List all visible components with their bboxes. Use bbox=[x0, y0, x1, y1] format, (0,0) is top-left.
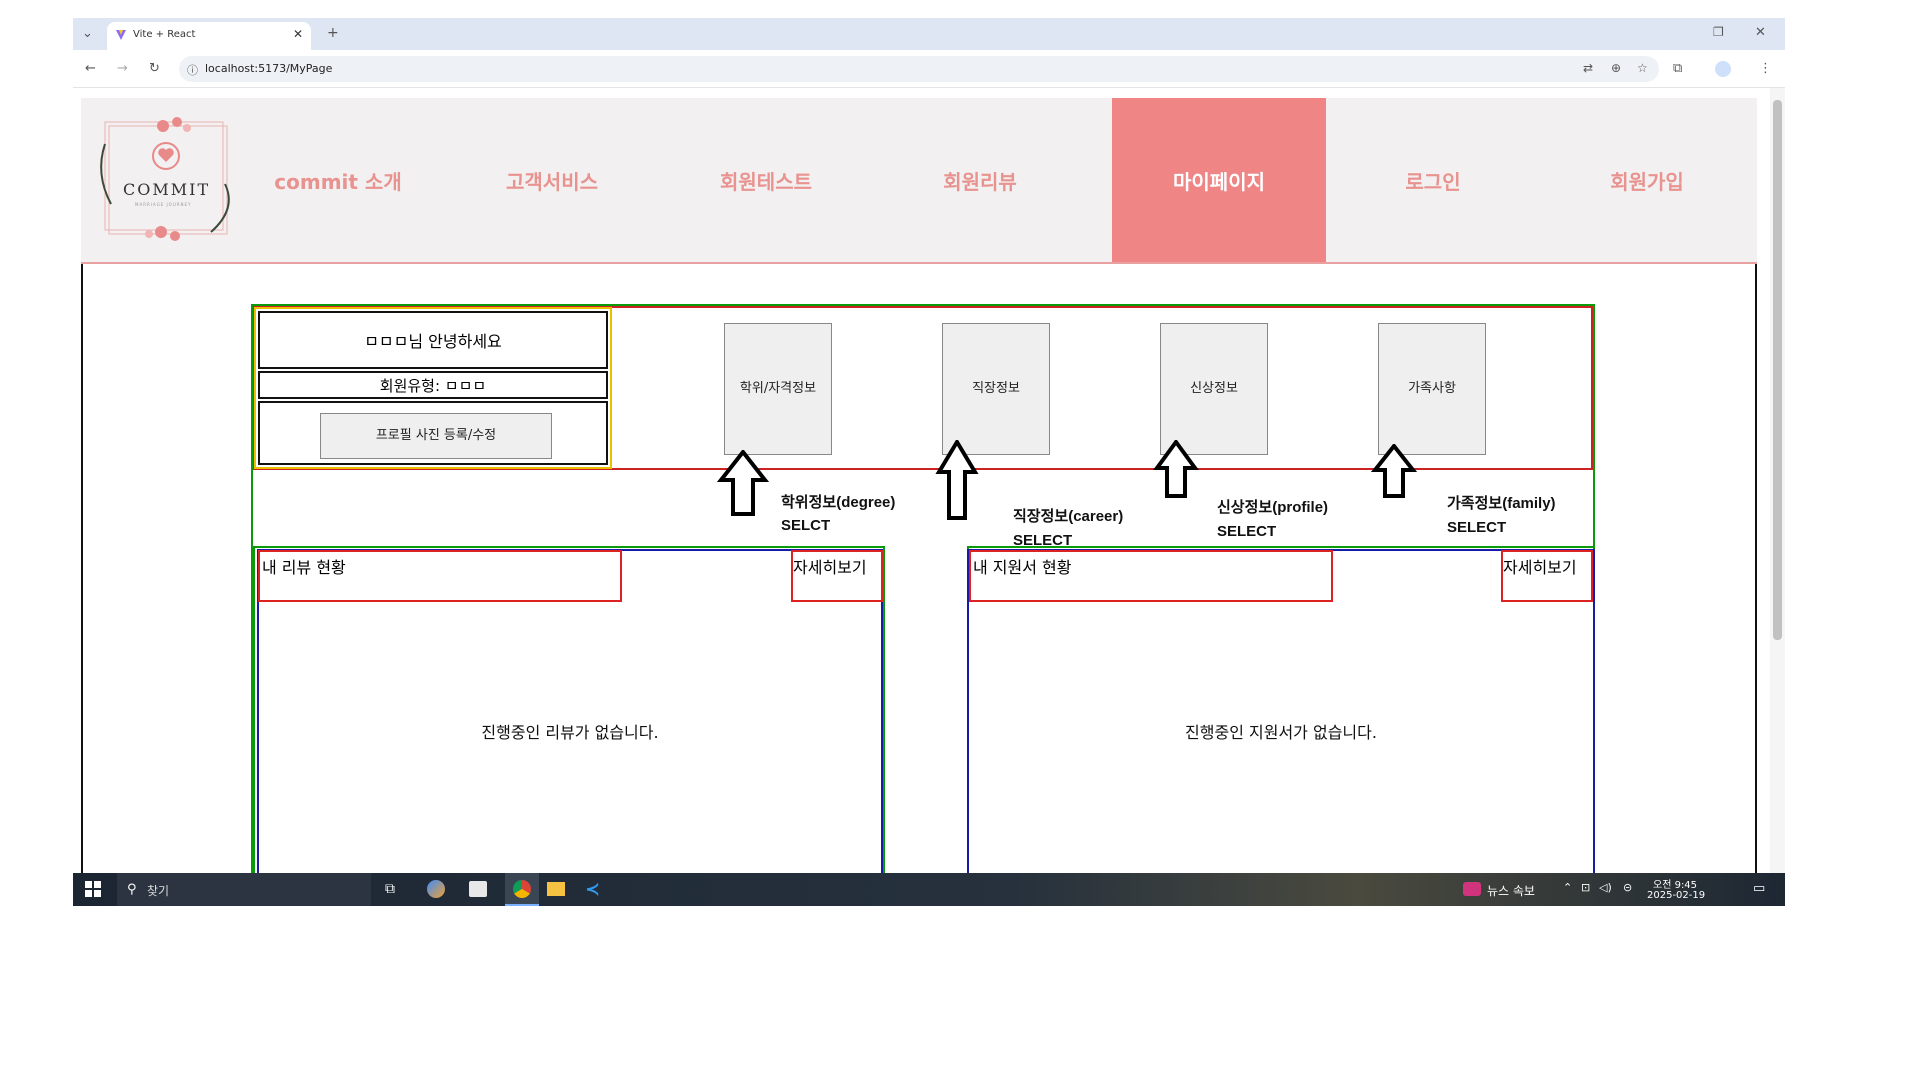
scrollbar-thumb[interactable] bbox=[1773, 100, 1782, 640]
review-title: 내 리뷰 현황 bbox=[262, 558, 346, 577]
career-info-button[interactable]: 직장정보 bbox=[942, 323, 1050, 455]
task-view-icon[interactable]: ⧉ bbox=[385, 881, 395, 897]
chrome-icon bbox=[513, 880, 531, 898]
nav-mypage[interactable]: 마이페이지 bbox=[1112, 98, 1326, 262]
search-icon: ⚲ bbox=[127, 882, 137, 897]
chrome-taskbar-button[interactable] bbox=[505, 873, 539, 906]
application-title: 내 지원서 현황 bbox=[973, 558, 1072, 577]
tab-close-icon[interactable]: ✕ bbox=[293, 27, 303, 41]
family-annotation-title: 가족정보(family) bbox=[1447, 495, 1556, 512]
member-type-text: 회원유형: ㅁㅁㅁ bbox=[258, 371, 608, 399]
url-field[interactable]: ⓘ localhost:5173/MyPage ⇄ ⊕ ☆ bbox=[179, 56, 1659, 82]
search-placeholder: 찾기 bbox=[147, 884, 170, 898]
family-info-button[interactable]: 가족사항 bbox=[1378, 323, 1486, 455]
notification-icon[interactable]: ▭ bbox=[1753, 881, 1765, 896]
windows-start-icon[interactable] bbox=[85, 881, 101, 897]
close-window-icon[interactable]: ✕ bbox=[1755, 26, 1766, 39]
career-annotation-title: 직장정보(career) bbox=[1013, 508, 1124, 525]
browser-window: ⌄ Vite + React ✕ + ❐ ✕ ← → ↻ ⓘ localhost… bbox=[73, 18, 1785, 906]
vscode-icon[interactable]: ≺ bbox=[585, 879, 600, 900]
nav-login[interactable]: 로그인 bbox=[1326, 98, 1540, 262]
nav-customer-service[interactable]: 고객서비스 bbox=[445, 98, 659, 262]
page-scrollbar[interactable]: ▼ bbox=[1770, 88, 1785, 891]
profile-panel: ㅁㅁㅁ님 안녕하세요 회원유형: ㅁㅁㅁ 프로필 사진 등록/수정 bbox=[254, 307, 612, 469]
clock-time[interactable]: 오전 9:45 bbox=[1653, 876, 1697, 891]
family-annotation-sub: SELECT bbox=[1447, 519, 1507, 536]
store-icon[interactable] bbox=[469, 881, 487, 897]
tab-title: Vite + React bbox=[133, 29, 196, 40]
nav-member-test[interactable]: 회원테스트 bbox=[659, 98, 873, 262]
review-more-button[interactable]: 자세히보기 bbox=[791, 550, 883, 602]
application-empty-text: 진행중인 지원서가 없습니다. bbox=[1185, 723, 1377, 742]
news-label[interactable]: 뉴스 속보 bbox=[1487, 882, 1535, 899]
new-tab-icon[interactable]: + bbox=[327, 26, 339, 40]
degree-annotation-title: 학위정보(degree) bbox=[781, 494, 896, 511]
url-text: localhost:5173/MyPage bbox=[205, 62, 333, 75]
tray-expand-icon[interactable]: ⌃ bbox=[1563, 881, 1572, 894]
nav-commit-intro[interactable]: commit 소개 bbox=[231, 98, 445, 262]
nav-signup[interactable]: 회원가입 bbox=[1540, 98, 1754, 262]
profile-info-button[interactable]: 신상정보 bbox=[1160, 323, 1268, 455]
main-navbar: COMMIT MARRIAGE JOURNEY commit 소개 고객서비스 … bbox=[81, 98, 1757, 264]
greeting-text: ㅁㅁㅁ님 안녕하세요 bbox=[258, 311, 608, 369]
up-arrow-icon bbox=[1153, 440, 1199, 498]
taskbar-search[interactable]: ⚲ 찾기 bbox=[117, 873, 371, 906]
volume-icon[interactable]: ◁) bbox=[1599, 881, 1612, 894]
file-explorer-icon[interactable] bbox=[547, 882, 565, 896]
commit-logo[interactable]: COMMIT MARRIAGE JOURNEY bbox=[91, 104, 241, 254]
up-arrow-icon bbox=[935, 440, 979, 520]
site-info-icon[interactable]: ⓘ bbox=[187, 62, 198, 78]
tab-bar: ⌄ Vite + React ✕ + ❐ ✕ bbox=[73, 18, 1785, 50]
up-arrow-icon bbox=[717, 450, 769, 516]
forward-icon[interactable]: → bbox=[117, 62, 128, 75]
degree-annotation-sub: SELCT bbox=[781, 517, 831, 534]
zoom-icon[interactable]: ⊕ bbox=[1611, 61, 1621, 75]
battery-icon[interactable]: ⊝ bbox=[1623, 881, 1632, 894]
network-icon[interactable]: ⊡ bbox=[1581, 881, 1590, 894]
reload-icon[interactable]: ↻ bbox=[149, 62, 160, 75]
news-icon[interactable] bbox=[1463, 882, 1481, 896]
application-title-box: 내 지원서 현황 bbox=[969, 550, 1333, 602]
logo-subtext: MARRIAGE JOURNEY bbox=[135, 202, 192, 207]
photo-button-wrap: 프로필 사진 등록/수정 bbox=[258, 401, 608, 465]
mypage-content: ㅁㅁㅁ님 안녕하세요 회원유형: ㅁㅁㅁ 프로필 사진 등록/수정 학위/자격정… bbox=[81, 264, 1757, 906]
vite-favicon-icon bbox=[115, 29, 127, 41]
clock-date[interactable]: 2025-02-19 bbox=[1647, 890, 1705, 901]
degree-info-button[interactable]: 학위/자격정보 bbox=[724, 323, 832, 455]
page-viewport: COMMIT MARRIAGE JOURNEY commit 소개 고객서비스 … bbox=[73, 88, 1785, 906]
up-arrow-icon bbox=[1371, 444, 1417, 498]
review-title-box: 내 리뷰 현황 bbox=[258, 550, 622, 602]
review-empty-text: 진행중인 리뷰가 없습니다. bbox=[481, 723, 659, 742]
address-bar: ← → ↻ ⓘ localhost:5173/MyPage ⇄ ⊕ ☆ ⧉ ⋮ bbox=[73, 50, 1785, 88]
tab-list-icon[interactable]: ⌄ bbox=[82, 27, 93, 40]
logo-text: COMMIT bbox=[123, 180, 211, 199]
application-more-button[interactable]: 자세히보기 bbox=[1501, 550, 1593, 602]
bookmark-star-icon[interactable]: ☆ bbox=[1637, 61, 1648, 75]
profile-annotation-title: 신상정보(profile) bbox=[1217, 499, 1329, 516]
profile-avatar-icon[interactable] bbox=[1715, 61, 1731, 77]
extensions-icon[interactable]: ⧉ bbox=[1673, 62, 1682, 75]
back-icon[interactable]: ← bbox=[85, 62, 96, 75]
profile-photo-button[interactable]: 프로필 사진 등록/수정 bbox=[320, 413, 552, 459]
copilot-icon[interactable] bbox=[427, 880, 445, 898]
windows-taskbar: ⚲ 찾기 ⧉ ≺ 뉴스 속보 ⌃ ⊡ ◁) ⊝ 오전 9:45 2025-02-… bbox=[73, 873, 1785, 906]
menu-dots-icon[interactable]: ⋮ bbox=[1759, 62, 1772, 75]
nav-member-review[interactable]: 회원리뷰 bbox=[873, 98, 1087, 262]
restore-window-icon[interactable]: ❐ bbox=[1713, 26, 1724, 38]
review-more-label: 자세히보기 bbox=[793, 558, 867, 577]
translate-icon[interactable]: ⇄ bbox=[1583, 61, 1593, 75]
profile-annotation-sub: SELECT bbox=[1217, 523, 1277, 540]
browser-tab[interactable]: Vite + React ✕ bbox=[107, 22, 311, 50]
application-more-label: 자세히보기 bbox=[1503, 558, 1577, 577]
